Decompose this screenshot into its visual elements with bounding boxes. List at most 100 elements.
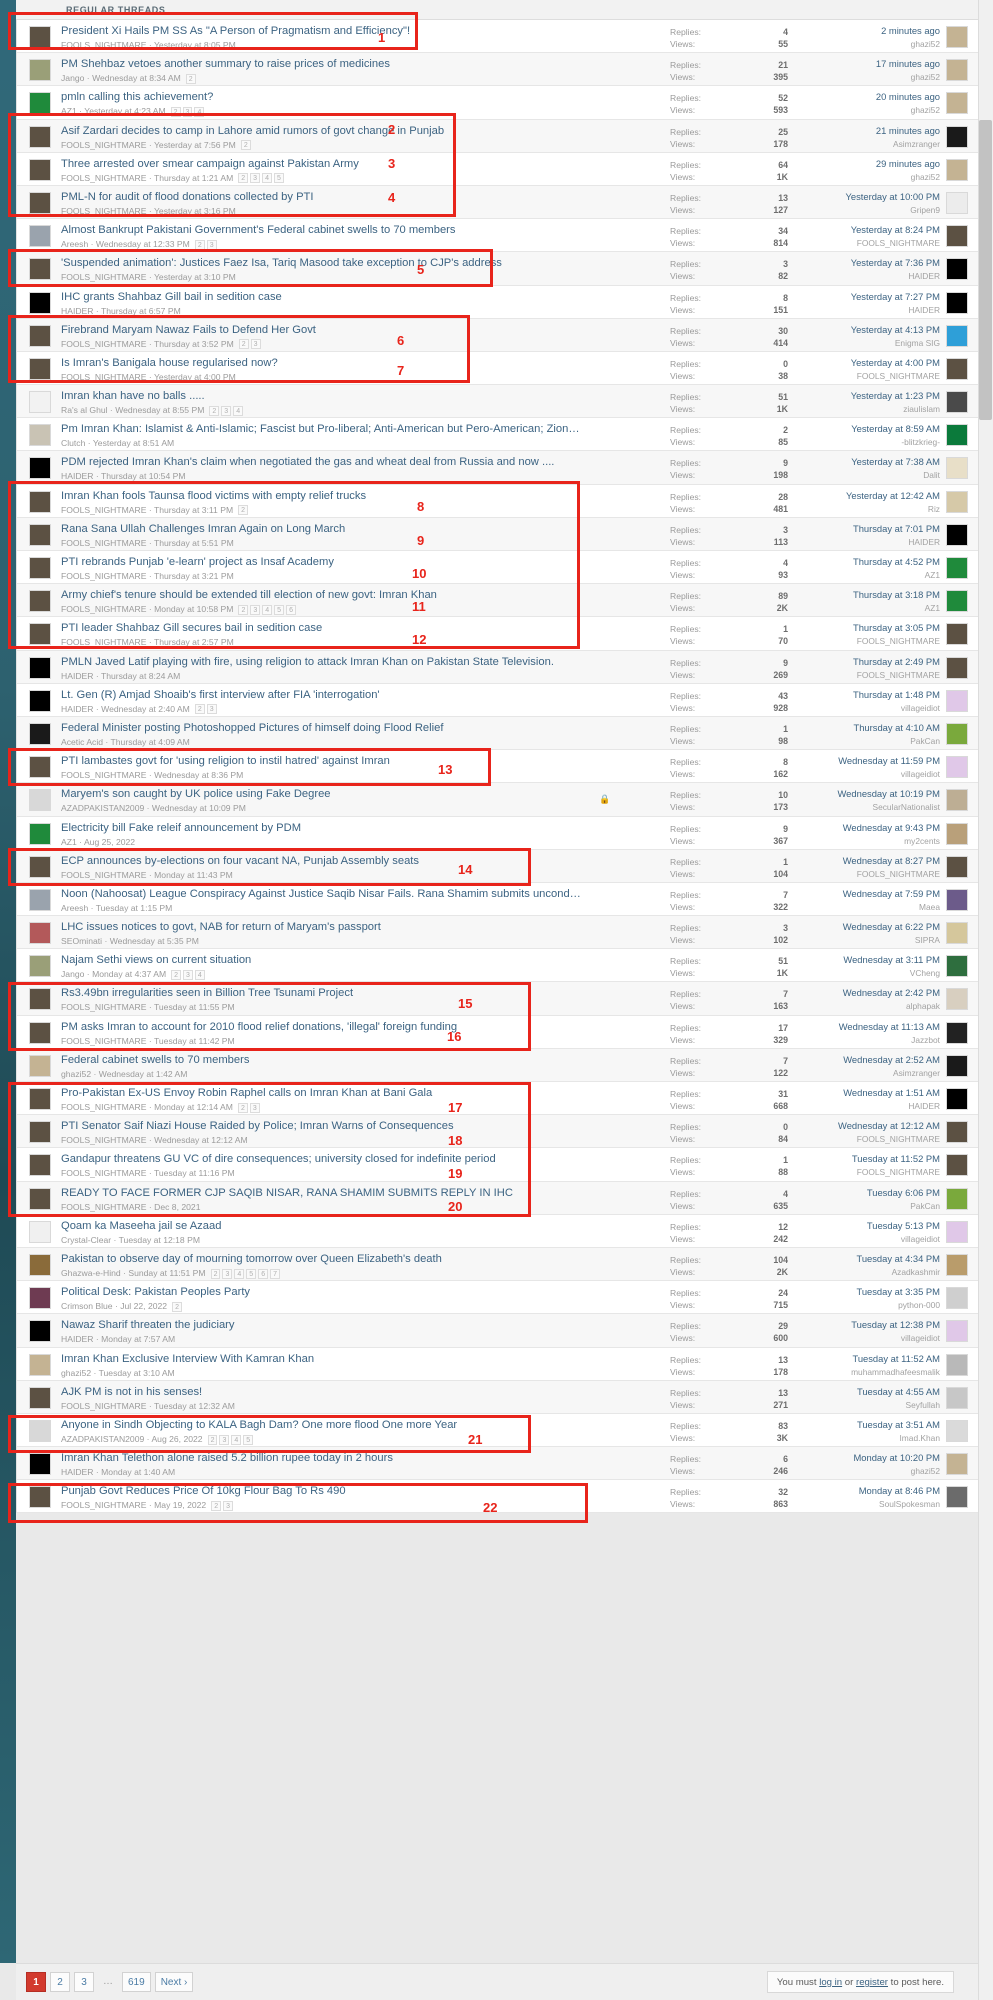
thread-page-badge[interactable]: 5 — [273, 173, 284, 184]
thread-page-badge[interactable]: 2 — [207, 1434, 218, 1445]
thread-author[interactable]: Clutch — [61, 438, 85, 448]
thread-author[interactable]: Areesh — [61, 239, 88, 249]
last-post-user[interactable]: Asimzranger — [796, 1067, 940, 1079]
thread-author[interactable]: AZ1 — [61, 106, 77, 116]
last-post-user[interactable]: PakCan — [796, 1200, 940, 1212]
thread-title-link[interactable]: READY TO FACE FORMER CJP SAQIB NISAR, RA… — [61, 1187, 581, 1200]
last-post-time[interactable]: Monday at 8:46 PM — [796, 1485, 940, 1497]
thread-row[interactable]: Pro-Pakistan Ex-US Envoy Robin Raphel ca… — [17, 1082, 978, 1116]
last-post-user[interactable]: SecularNationalist — [796, 801, 941, 813]
thread-row[interactable]: Is Imran's Banigala house regularised no… — [17, 351, 978, 386]
last-post-user[interactable]: villageidiot — [796, 1233, 940, 1245]
thread-title-link[interactable]: Firebrand Maryam Nawaz Fails to Defend H… — [61, 324, 581, 337]
thread-page-badge[interactable]: 3 — [221, 405, 232, 416]
thread-row[interactable]: PTI rebrands Punjab 'e-learn' project as… — [17, 551, 978, 585]
thread-title-link[interactable]: PTI Senator Saif Niazi House Raided by P… — [61, 1120, 581, 1133]
thread-page-badge[interactable]: 5 — [243, 1434, 254, 1445]
last-post-time[interactable]: Tuesday at 3:35 PM — [796, 1286, 940, 1298]
thread-row[interactable]: PML-N for audit of flood donations colle… — [17, 185, 978, 220]
last-post-time[interactable]: 29 minutes ago — [796, 158, 940, 170]
thread-starter-avatar[interactable] — [29, 888, 51, 911]
last-post-user[interactable]: ghazi52 — [796, 1465, 940, 1477]
last-post-user[interactable]: Seyfullah — [796, 1399, 940, 1411]
last-post-time[interactable]: Yesterday at 7:38 AM — [796, 456, 940, 468]
thread-author[interactable]: ghazi52 — [61, 1069, 91, 1079]
thread-title-link[interactable]: PTI lambastes govt for 'using religion t… — [61, 755, 581, 768]
thread-starter-avatar[interactable] — [29, 689, 51, 712]
thread-row[interactable]: READY TO FACE FORMER CJP SAQIB NISAR, RA… — [17, 1181, 978, 1215]
thread-title-link[interactable]: Imran Khan Telethon alone raised 5.2 bil… — [61, 1452, 581, 1465]
thread-starter-avatar[interactable] — [29, 557, 51, 579]
last-post-time[interactable]: Wednesday at 6:22 PM — [796, 921, 940, 933]
last-post-user[interactable]: HAIDER — [796, 304, 940, 316]
thread-row[interactable]: pmln calling this achievement? AZ1 · Yest… — [17, 86, 978, 120]
thread-author[interactable]: HAIDER — [61, 1467, 93, 1477]
thread-starter-avatar[interactable] — [29, 258, 51, 281]
last-post-user[interactable]: Asimzranger — [796, 138, 940, 150]
thread-page-badge[interactable]: 3 — [250, 339, 261, 350]
thread-author[interactable]: Areesh — [61, 903, 88, 913]
thread-starter-avatar[interactable] — [29, 92, 51, 115]
last-poster-avatar[interactable] — [946, 988, 968, 1011]
thread-starter-avatar[interactable] — [29, 1220, 51, 1243]
thread-starter-avatar[interactable] — [29, 424, 51, 447]
last-post-time[interactable]: Wednesday at 11:59 PM — [796, 755, 940, 767]
thread-page-badge[interactable]: 4 — [234, 1268, 245, 1279]
thread-author[interactable]: FOOLS_NIGHTMARE — [61, 1002, 146, 1012]
last-post-user[interactable]: FOOLS_NIGHTMARE — [796, 868, 940, 880]
thread-page-badge[interactable]: 2 — [171, 969, 182, 980]
thread-row[interactable]: ECP announces by-elections on four vacan… — [17, 849, 978, 883]
thread-starter-avatar[interactable] — [29, 1287, 51, 1310]
last-post-time[interactable]: Yesterday at 7:36 PM — [796, 257, 940, 269]
last-poster-avatar[interactable] — [946, 1220, 968, 1243]
thread-author[interactable]: FOOLS_NIGHTMARE — [61, 505, 146, 515]
thread-page-badge[interactable]: 2 — [170, 107, 181, 118]
thread-title-link[interactable]: Rana Sana Ullah Challenges Imran Again o… — [61, 523, 581, 536]
last-post-time[interactable]: Tuesday at 3:51 AM — [796, 1419, 940, 1431]
last-post-user[interactable]: ghazi52 — [796, 38, 940, 50]
thread-title-link[interactable]: Federal Minister posting Photoshopped Pi… — [61, 722, 581, 735]
last-poster-avatar[interactable] — [946, 888, 968, 911]
thread-row[interactable]: Federal cabinet swells to 70 members ghaz… — [17, 1048, 978, 1082]
last-post-user[interactable]: HAIDER — [796, 1100, 940, 1112]
thread-row[interactable]: Three arrested over smear campaign again… — [17, 152, 978, 186]
thread-title-link[interactable]: Pro-Pakistan Ex-US Envoy Robin Raphel ca… — [61, 1087, 581, 1100]
thread-page-badge[interactable]: 3 — [206, 239, 217, 250]
thread-title-link[interactable]: LHC issues notices to govt, NAB for retu… — [61, 921, 581, 934]
thread-page-badge[interactable]: 4 — [262, 604, 273, 615]
thread-title-link[interactable]: Federal cabinet swells to 70 members — [61, 1054, 581, 1067]
last-post-time[interactable]: Thursday at 1:48 PM — [796, 689, 940, 701]
last-poster-avatar[interactable] — [946, 1054, 968, 1077]
last-post-user[interactable]: FOOLS_NIGHTMARE — [796, 370, 940, 382]
register-link[interactable]: register — [856, 1977, 888, 1988]
thread-author[interactable]: FOOLS_NIGHTMARE — [61, 1135, 146, 1145]
thread-author[interactable]: FOOLS_NIGHTMARE — [61, 870, 146, 880]
thread-row[interactable]: Pm Imran Khan: Islamist & Anti-Islamic; … — [17, 418, 978, 452]
thread-author[interactable]: FOOLS_NIGHTMARE — [61, 1202, 146, 1212]
thread-title-link[interactable]: PDM rejected Imran Khan's claim when neg… — [61, 456, 581, 469]
thread-starter-avatar[interactable] — [29, 523, 51, 546]
last-post-time[interactable]: Thursday at 4:10 AM — [796, 722, 940, 734]
thread-author[interactable]: HAIDER — [61, 1334, 93, 1344]
last-post-time[interactable]: Tuesday at 11:52 AM — [796, 1353, 940, 1365]
last-post-user[interactable]: villageidiot — [796, 1332, 940, 1344]
thread-page-badge[interactable]: 2 — [240, 140, 251, 151]
thread-row[interactable]: PTI lambastes govt for 'using religion t… — [17, 750, 978, 784]
thread-title-link[interactable]: Imran khan have no balls ..... — [61, 390, 581, 403]
last-post-time[interactable]: Thursday at 2:49 PM — [796, 656, 940, 668]
thread-starter-avatar[interactable] — [29, 756, 51, 779]
last-post-time[interactable]: Yesterday at 4:13 PM — [796, 324, 940, 336]
last-post-time[interactable]: Wednesday at 2:42 PM — [796, 987, 940, 999]
last-post-user[interactable]: VCheng — [796, 967, 940, 979]
thread-title-link[interactable]: PM asks Imran to account for 2010 flood … — [61, 1021, 581, 1034]
thread-page-badge[interactable]: 7 — [270, 1268, 281, 1279]
last-poster-avatar[interactable] — [946, 1353, 968, 1376]
thread-page-badge[interactable]: 2 — [172, 1301, 182, 1312]
thread-title-link[interactable]: Nawaz Sharif threaten the judiciary — [61, 1319, 581, 1332]
last-post-time[interactable]: Thursday at 7:01 PM — [796, 523, 940, 535]
last-post-time[interactable]: Thursday at 3:18 PM — [796, 589, 940, 601]
last-post-user[interactable]: ziaulislam — [796, 403, 940, 415]
thread-title-link[interactable]: Almost Bankrupt Pakistani Government's F… — [61, 224, 581, 237]
last-post-time[interactable]: 20 minutes ago — [796, 91, 940, 103]
thread-title-link[interactable]: Pm Imran Khan: Islamist & Anti-Islamic; … — [61, 423, 581, 436]
